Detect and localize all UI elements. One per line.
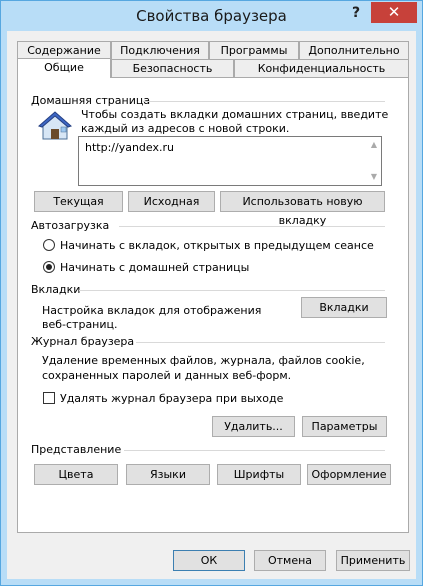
home-page-urls-input[interactable]: http://yandex.ru ▲ ▼ — [78, 136, 382, 186]
scroll-up-icon[interactable]: ▲ — [369, 140, 379, 150]
house-icon — [38, 111, 72, 140]
home-url-text: http://yandex.ru — [85, 141, 174, 154]
startup-home-page-radio[interactable] — [43, 261, 55, 273]
colors-button[interactable]: Цвета — [34, 464, 118, 485]
history-desc-line1: Удаление временных файлов, журнала, файл… — [42, 354, 365, 367]
home-group-divider — [143, 101, 385, 102]
startup-previous-session-label[interactable]: Начинать с вкладок, открытых в предыдуще… — [60, 239, 374, 252]
scroll-down-icon[interactable]: ▼ — [369, 172, 379, 182]
history-group-label: Журнал браузера — [31, 335, 135, 348]
accessibility-button[interactable]: Оформление — [307, 464, 391, 485]
title-bar[interactable]: Свойства браузера ? ✕ — [1, 1, 422, 31]
tab-content[interactable]: Содержание — [17, 41, 111, 59]
use-new-tab-button[interactable]: Использовать новую вкладку — [220, 191, 385, 227]
tab-security[interactable]: Безопасность — [111, 59, 234, 77]
tab-programs[interactable]: Программы — [209, 41, 299, 59]
close-button[interactable]: ✕ — [371, 2, 417, 23]
languages-button[interactable]: Языки — [126, 464, 210, 485]
tab-privacy[interactable]: Конфиденциальность — [234, 59, 409, 77]
home-desc-line1: Чтобы создать вкладки домашних страниц, … — [81, 108, 389, 121]
delete-history-on-exit-label[interactable]: Удалять журнал браузера при выходе — [60, 392, 283, 405]
help-button[interactable]: ? — [343, 3, 369, 24]
startup-group-label: Автозагрузка — [31, 219, 110, 232]
tabs-group-divider — [79, 290, 385, 291]
appearance-group-divider — [124, 450, 385, 451]
delete-history-on-exit-checkbox[interactable] — [43, 392, 55, 404]
tabs-desc-line1: Настройка вкладок для отображения — [42, 304, 262, 317]
tab-connections[interactable]: Подключения — [111, 41, 209, 59]
ok-button[interactable]: ОК — [173, 550, 245, 571]
tabs-group-label: Вкладки — [31, 283, 81, 296]
tab-general[interactable]: Общие — [17, 58, 111, 78]
startup-home-page-label[interactable]: Начинать с домашней страницы — [60, 261, 249, 274]
tab-advanced[interactable]: Дополнительно — [299, 41, 409, 59]
history-group-divider — [136, 342, 385, 343]
delete-history-button[interactable]: Удалить... — [212, 416, 295, 437]
startup-previous-session-radio[interactable] — [43, 239, 55, 251]
fonts-button[interactable]: Шрифты — [217, 464, 301, 485]
home-desc-line2: каждый из адресов с новой строки. — [81, 122, 290, 135]
tabs-desc-line2: веб-страниц. — [42, 318, 118, 331]
cancel-button[interactable]: Отмена — [254, 550, 326, 571]
apply-button[interactable]: Применить — [336, 550, 410, 571]
history-settings-button[interactable]: Параметры — [302, 416, 387, 437]
home-page-group-label: Домашняя страница — [31, 94, 151, 107]
history-desc-line2: сохраненных паролей и данных веб-форм. — [42, 369, 292, 382]
tabs-settings-button[interactable]: Вкладки — [301, 297, 387, 318]
use-default-button[interactable]: Исходная — [128, 191, 215, 212]
use-current-button[interactable]: Текущая — [34, 191, 123, 212]
browser-properties-window: Свойства браузера ? ✕ Содержание Подключ… — [0, 0, 423, 586]
appearance-group-label: Представление — [31, 443, 122, 456]
startup-group-divider — [119, 226, 385, 227]
